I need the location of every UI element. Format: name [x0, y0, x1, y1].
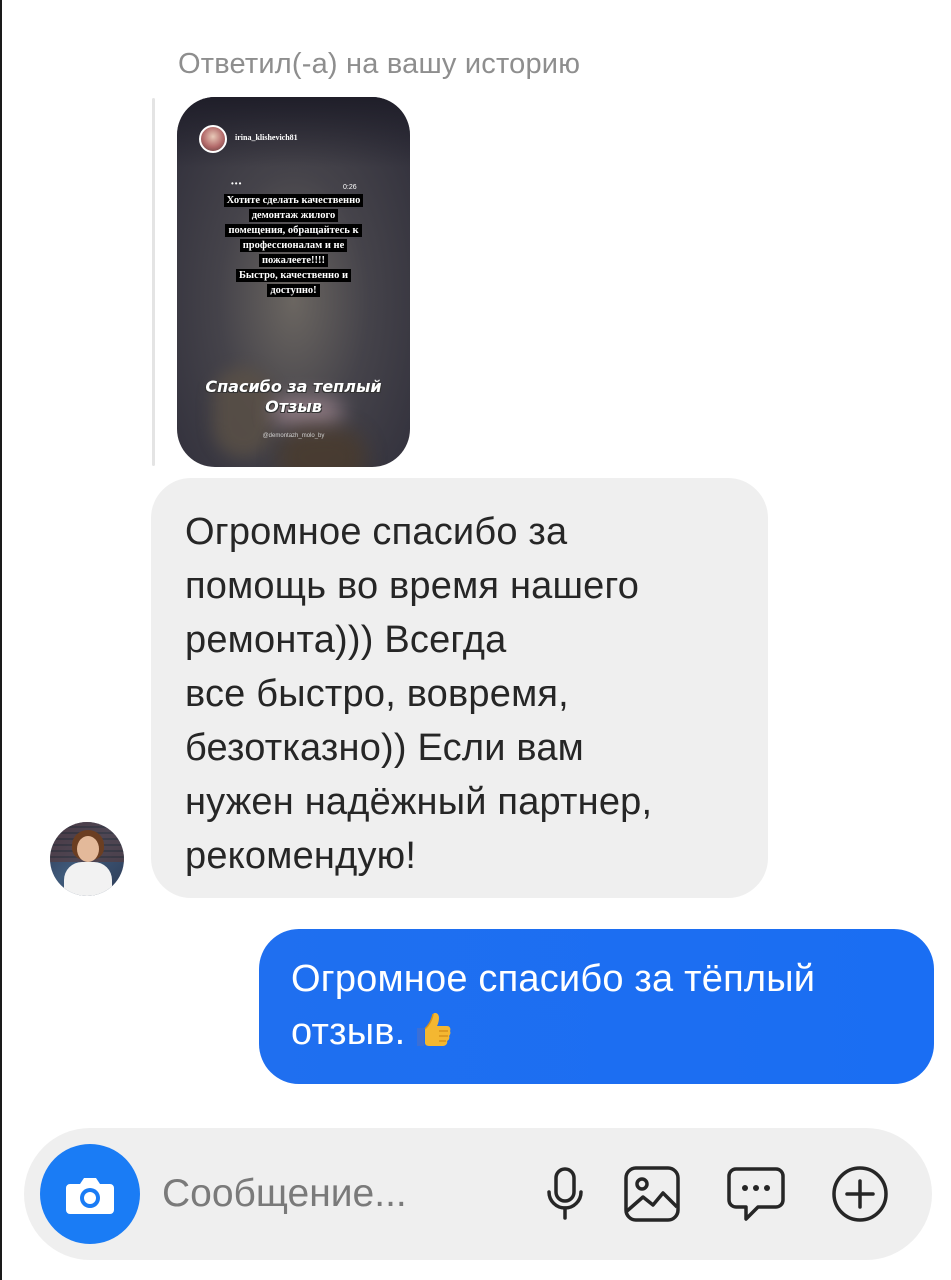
story-dots: •••	[231, 179, 243, 188]
message-line: помощь во время нашего	[185, 565, 640, 607]
story-text-line: профессионалам и не	[239, 239, 348, 252]
outgoing-message-bubble[interactable]: Огромное спасибо за тёплый отзыв.	[259, 929, 934, 1084]
incoming-message-bubble[interactable]: Огромное спасибо за помощь во время наше…	[151, 478, 768, 898]
incoming-message-text: Огромное спасибо за помощь во время наше…	[185, 505, 734, 883]
camera-button[interactable]	[40, 1144, 140, 1244]
story-preview[interactable]: irina_klishevich81 ••• 0:26 Хотите сдела…	[177, 97, 410, 467]
add-circle-icon	[832, 1166, 888, 1222]
message-line: отзыв.	[291, 1011, 406, 1053]
story-author-username: irina_klishevich81	[235, 133, 298, 142]
outgoing-message-text: Огромное спасибо за тёплый отзыв.	[291, 953, 902, 1059]
story-text-line: пожалеете!!!!	[258, 254, 328, 267]
story-text-line: Быстро, качественно и	[235, 269, 352, 282]
message-input[interactable]	[162, 1164, 482, 1224]
microphone-icon	[547, 1167, 583, 1220]
story-overlay-text: Хотите сделать качественно демонтаж жило…	[195, 193, 392, 298]
story-text-line: доступно!	[267, 284, 320, 297]
message-line: все быстро, вовремя,	[185, 673, 569, 715]
message-line: рекомендую!	[185, 835, 417, 877]
reply-indicator-rail	[152, 98, 155, 466]
camera-icon	[66, 1178, 114, 1214]
story-caption-line: Спасибо за теплый	[205, 377, 382, 396]
message-line: Огромное спасибо за	[185, 511, 568, 553]
message-line: безотказно)) Если вам	[185, 727, 585, 769]
message-line: ремонта))) Всегда	[185, 619, 507, 661]
message-composer	[24, 1128, 932, 1260]
story-text-line: помещения, обращайтесь к	[225, 224, 362, 237]
message-line: Огромное спасибо за тёплый	[291, 958, 816, 1000]
story-text-line: демонтаж жилого	[248, 209, 339, 222]
message-line: нужен надёжный партнер,	[185, 781, 653, 823]
message-line-with-emoji: отзыв.	[291, 1006, 902, 1059]
avatar-body	[64, 862, 112, 896]
gallery-button[interactable]	[616, 1158, 688, 1230]
voice-message-button[interactable]	[529, 1158, 601, 1230]
story-text-line: Хотите сделать качественно	[223, 194, 364, 207]
story-handle: @demontazh_molo_by	[262, 433, 325, 439]
gallery-icon	[624, 1166, 680, 1222]
sender-avatar[interactable]	[50, 822, 124, 896]
sticker-button[interactable]	[720, 1158, 792, 1230]
story-reply-caption: Ответил(-а) на вашу историю	[178, 48, 581, 80]
avatar-face	[77, 836, 99, 862]
story-author-avatar	[199, 125, 227, 153]
story-timestamp: 0:26	[343, 184, 357, 191]
sticker-chat-icon	[727, 1167, 785, 1221]
story-caption: Спасибо за теплый Отзыв	[177, 377, 410, 417]
story-caption-line: Отзыв	[265, 397, 322, 416]
dm-thread-screen: Ответил(-а) на вашу историю irina_klishe…	[0, 0, 951, 1280]
add-content-button[interactable]	[824, 1158, 896, 1230]
thumbs-up-icon	[417, 1013, 451, 1046]
